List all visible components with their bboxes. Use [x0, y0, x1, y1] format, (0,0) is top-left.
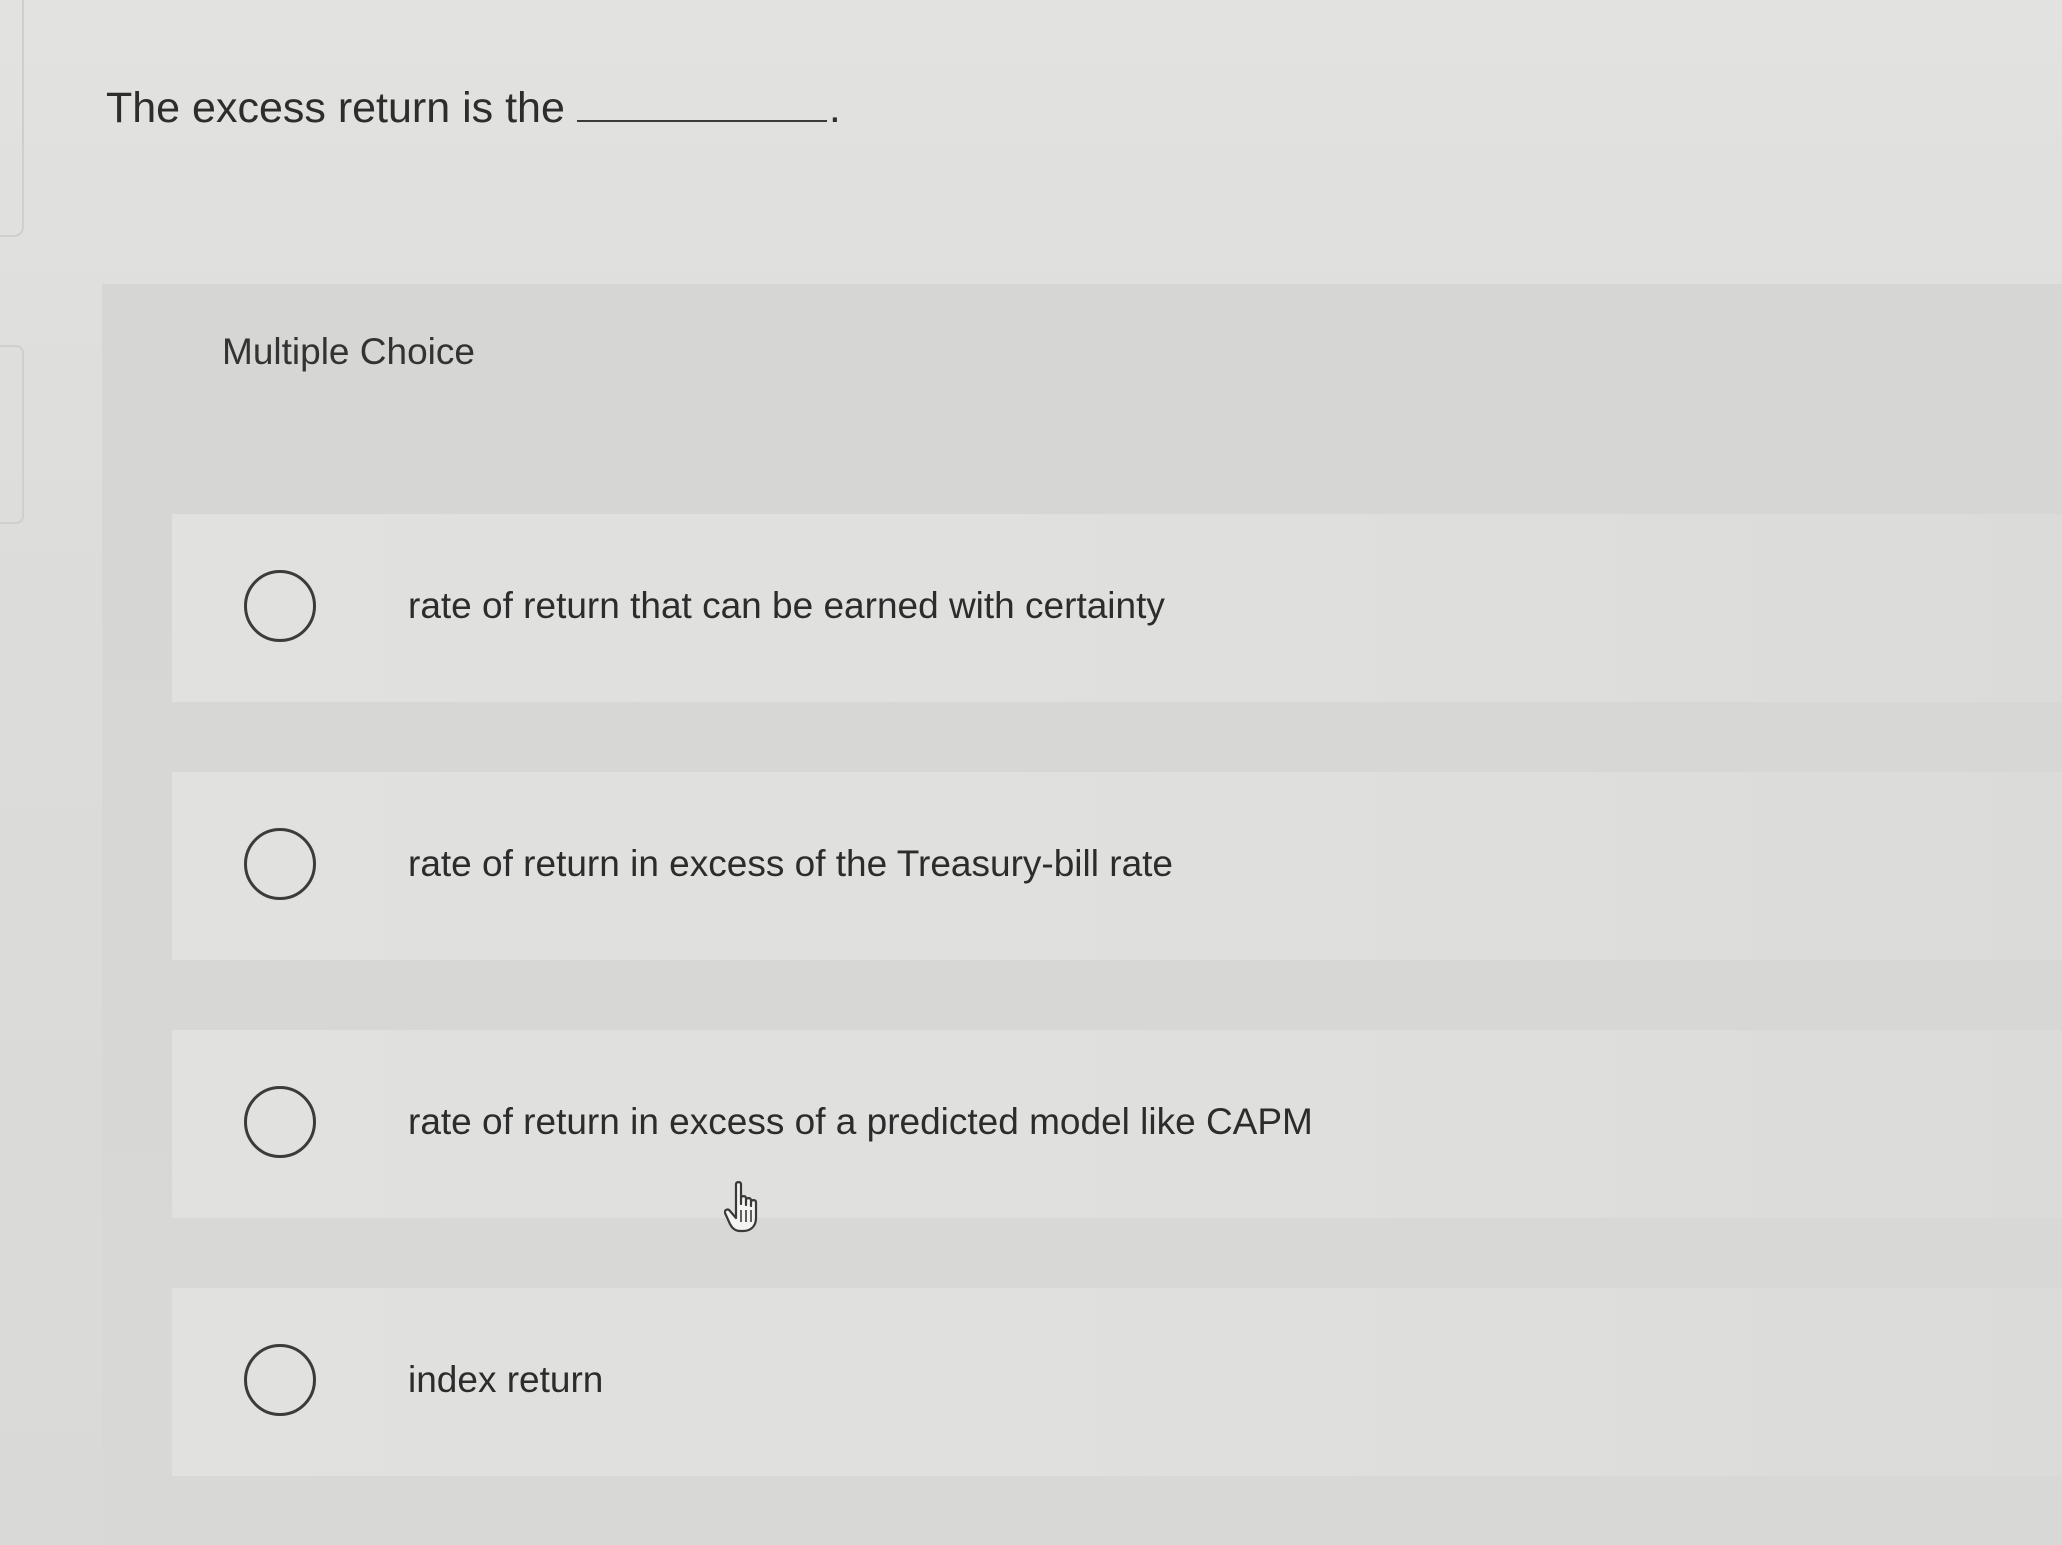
- radio-button-icon[interactable]: [244, 1086, 316, 1158]
- left-edge-frame: [0, 0, 24, 237]
- radio-button-icon[interactable]: [244, 570, 316, 642]
- choice-option-1[interactable]: rate of return that can be earned with c…: [172, 514, 2062, 702]
- answer-blank: [576, 86, 827, 122]
- question-prompt: The excess return is the.: [106, 80, 841, 136]
- choice-label: rate of return in excess of the Treasury…: [408, 843, 1174, 884]
- hand-pointer-icon: [724, 1181, 758, 1233]
- radio-button-icon[interactable]: [244, 828, 316, 900]
- radio-button-icon[interactable]: [244, 1344, 316, 1416]
- choice-label: index return: [408, 1359, 604, 1400]
- choice-option-2[interactable]: rate of return in excess of the Treasury…: [172, 772, 2062, 960]
- choice-label: rate of return in excess of a predicted …: [408, 1101, 1313, 1142]
- left-side-tab: [0, 345, 24, 524]
- question-text: The excess return is the: [106, 84, 565, 132]
- choice-option-3[interactable]: rate of return in excess of a predicted …: [172, 1030, 2062, 1218]
- choice-label: rate of return that can be earned with c…: [408, 585, 1165, 626]
- multiple-choice-header: Multiple Choice: [222, 331, 475, 372]
- question-period: .: [828, 84, 841, 132]
- multiple-choice-panel: Multiple Choice rate of return that can …: [102, 284, 2062, 1545]
- choice-option-4[interactable]: index return: [172, 1288, 2062, 1476]
